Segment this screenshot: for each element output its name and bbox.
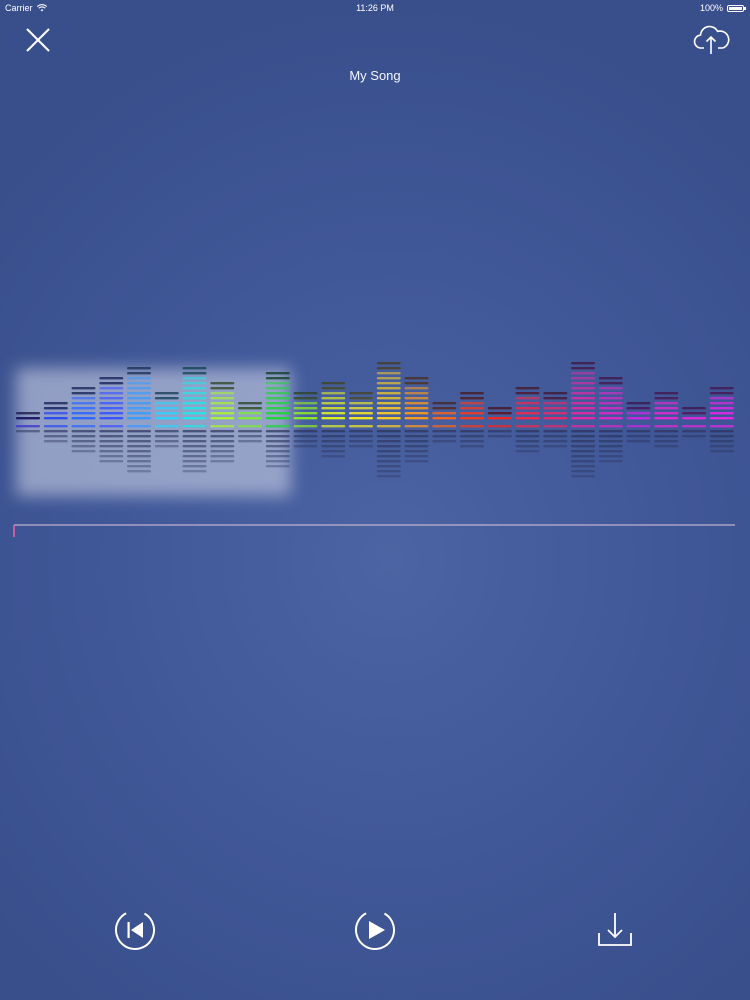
eq-bar [376, 362, 401, 478]
playback-controls [0, 900, 750, 960]
eq-bar [404, 377, 429, 463]
close-icon [26, 28, 50, 52]
eq-bar [654, 392, 679, 448]
audio-visualizer[interactable] [0, 340, 750, 540]
upload-button[interactable] [692, 22, 730, 56]
status-bar: Carrier 11:26 PM 100% [0, 0, 750, 16]
cloud-upload-icon [693, 25, 730, 54]
song-title: My Song [349, 68, 401, 83]
eq-bar [487, 407, 512, 438]
eq-bar [321, 382, 346, 458]
battery-icon [727, 4, 746, 12]
eq-bar [543, 392, 568, 448]
status-time: 11:26 PM [356, 3, 394, 13]
eq-bar [709, 387, 734, 453]
status-right: 100% [699, 0, 746, 16]
progress-track[interactable] [13, 524, 735, 537]
close-button[interactable] [22, 24, 54, 56]
download-icon [598, 913, 632, 946]
download-button[interactable] [596, 910, 634, 948]
eq-bar [682, 407, 706, 438]
eq-bar [626, 402, 651, 443]
skip-previous-icon [115, 910, 155, 950]
battery-percent: 100% [699, 3, 723, 13]
eq-bar [432, 402, 457, 443]
eq-bar [293, 392, 318, 448]
eq-bar [515, 387, 540, 453]
eq-bar [349, 392, 373, 448]
eq-bar [460, 392, 484, 448]
previous-button[interactable] [113, 908, 157, 952]
eq-bar [598, 377, 623, 463]
play-icon [355, 910, 395, 950]
eq-bar [571, 362, 595, 478]
play-button[interactable] [353, 908, 397, 952]
